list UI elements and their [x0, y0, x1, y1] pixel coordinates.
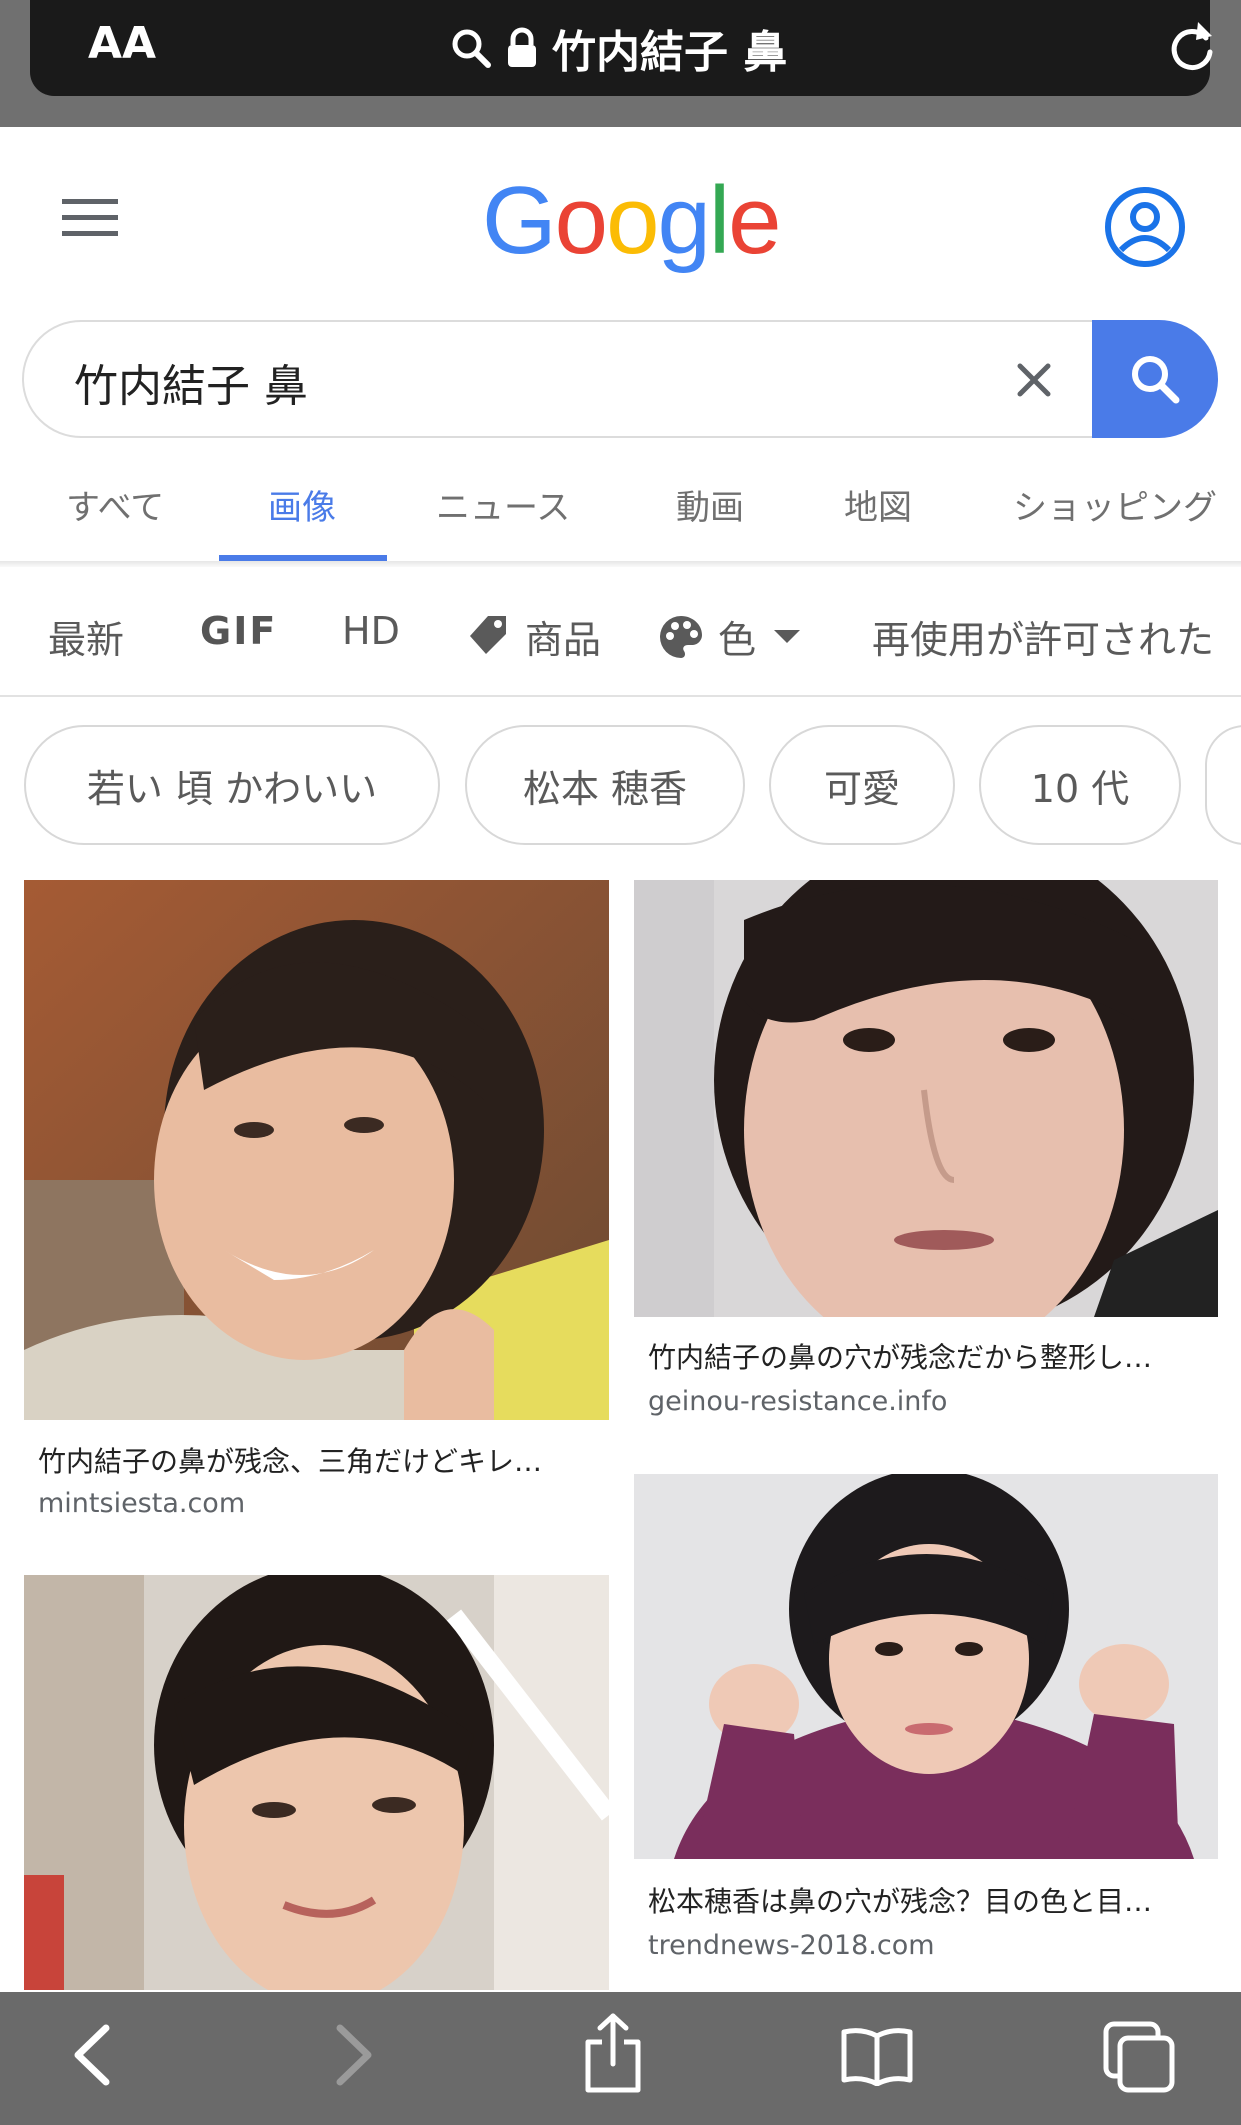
chip-partial[interactable]	[1205, 725, 1241, 845]
search-input[interactable]: 竹内結子 鼻	[74, 350, 308, 414]
result-image[interactable]	[24, 1575, 609, 1990]
logo-letter: o	[554, 167, 608, 274]
logo-letter: G	[482, 167, 557, 274]
tab-shopping[interactable]: ショッピング	[1013, 480, 1217, 529]
chip-teens[interactable]: 10 代	[979, 725, 1181, 845]
address-bar[interactable]: AA 竹内結子 鼻	[30, 0, 1213, 96]
result-domain: trendnews-2018.com	[648, 1930, 935, 1961]
clear-icon[interactable]	[1016, 362, 1052, 398]
search-icon	[1132, 356, 1180, 404]
tab-images[interactable]: 画像	[268, 480, 336, 529]
chevron-down-icon	[774, 630, 800, 643]
logo-letter: e	[728, 167, 781, 274]
browser-top-frame: AA 竹内結子 鼻	[0, 0, 1241, 127]
tabs-icon[interactable]	[1102, 2020, 1178, 2096]
browser-toolbar	[0, 1992, 1241, 2125]
share-icon[interactable]	[580, 2012, 646, 2094]
back-icon[interactable]	[70, 2022, 114, 2088]
account-icon[interactable]	[1104, 186, 1186, 268]
chip-label: 若い 頃 かわいい	[86, 766, 378, 811]
logo-letter: g	[657, 167, 710, 274]
tab-videos[interactable]: 動画	[676, 480, 744, 529]
filter-gif[interactable]: GIF	[200, 609, 277, 653]
logo-letter: o	[606, 167, 659, 274]
filter-usage-rights[interactable]: 再使用が許可された	[872, 609, 1241, 664]
chip-cute[interactable]: 可愛	[769, 725, 955, 845]
result-image[interactable]	[24, 880, 609, 1420]
chip-matsumoto[interactable]: 松本 穂香	[465, 725, 745, 845]
filter-products[interactable]: 商品	[525, 609, 601, 664]
bookmarks-icon[interactable]	[840, 2026, 914, 2086]
chip-label: 10 代	[1030, 766, 1130, 811]
text-size-button[interactable]: AA	[88, 18, 156, 69]
result-domain: geinou-resistance.info	[648, 1386, 948, 1417]
search-tabs: すべて 画像 ニュース 動画 地図 ショッピング	[0, 470, 1241, 562]
lock-icon	[508, 27, 536, 67]
filter-latest[interactable]: 最新	[48, 609, 124, 664]
menu-icon[interactable]	[62, 199, 118, 237]
chip-label: 可愛	[823, 766, 900, 811]
logo-letter: l	[708, 167, 730, 274]
result-image[interactable]	[634, 1474, 1218, 1859]
reload-icon[interactable]	[1166, 18, 1218, 74]
result-caption[interactable]: 竹内結子の鼻が残念、三角だけどキレ…	[38, 1440, 542, 1480]
tab-news[interactable]: ニュース	[436, 480, 570, 529]
tag-icon	[470, 616, 506, 654]
chip-young[interactable]: 若い 頃 かわいい	[24, 725, 440, 845]
tab-maps[interactable]: 地図	[844, 480, 912, 529]
search-icon	[452, 29, 491, 68]
url-display[interactable]: 竹内結子 鼻	[450, 16, 787, 80]
result-image[interactable]	[634, 880, 1218, 1317]
google-logo[interactable]: Google	[482, 166, 782, 276]
result-domain: mintsiesta.com	[38, 1488, 246, 1519]
tab-all[interactable]: すべて	[66, 480, 164, 529]
url-text: 竹内結子 鼻	[552, 27, 788, 78]
forward-icon[interactable]	[332, 2022, 376, 2088]
chip-label: 松本 穂香	[522, 766, 688, 811]
filter-color[interactable]: 色	[718, 609, 756, 664]
search-button[interactable]	[1092, 320, 1218, 438]
search-box[interactable]: 竹内結子 鼻	[22, 320, 1182, 438]
palette-icon	[660, 616, 703, 658]
result-caption[interactable]: 松本穂香は鼻の穴が残念？目の色と目…	[648, 1880, 1152, 1920]
filter-hd[interactable]: HD	[342, 609, 400, 653]
result-caption[interactable]: 竹内結子の鼻の穴が残念だから整形し…	[648, 1336, 1152, 1376]
filter-bar: 最新 GIF HD 商品 色 再使用が許可された	[0, 567, 1241, 697]
